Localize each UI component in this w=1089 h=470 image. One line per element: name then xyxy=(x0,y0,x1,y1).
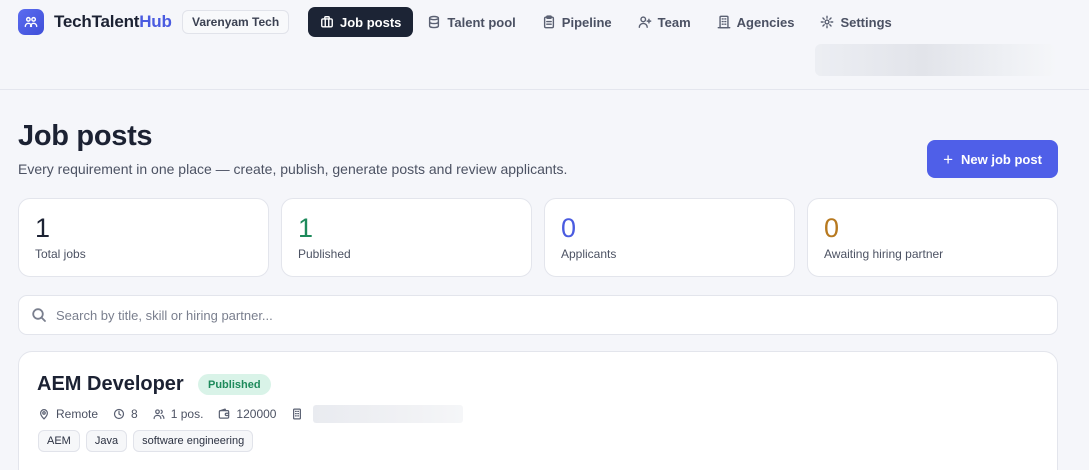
organization-badge[interactable]: Varenyam Tech xyxy=(182,10,290,34)
skill-tag: Java xyxy=(85,430,128,452)
stat-value: 0 xyxy=(824,213,840,243)
map-pin-icon xyxy=(40,409,48,420)
stat-label: Published xyxy=(298,247,351,261)
search-input[interactable] xyxy=(56,307,1016,323)
nav-item-agencies[interactable]: Agencies xyxy=(705,7,807,37)
top-navigation-bar: TechTalentHub Varenyam Tech Job posts Ta… xyxy=(0,0,1089,90)
job-positions-text: 1 pos. xyxy=(170,407,204,421)
stats-row: 1 Total jobs 1 Published 0 Applicants 0 … xyxy=(18,198,1058,277)
stat-card-published: 1 Published xyxy=(281,198,532,277)
nav-item-label: Agencies xyxy=(736,14,795,30)
new-job-post-label: New job post xyxy=(961,151,1042,167)
new-job-post-button[interactable]: + New job post xyxy=(927,140,1058,178)
building-icon xyxy=(717,15,731,29)
clipboard-icon xyxy=(543,15,554,29)
building-icon xyxy=(293,408,302,420)
nav-item-talent-pool[interactable]: Talent pool xyxy=(415,7,527,37)
user-plus-icon xyxy=(638,16,652,28)
hiring-partner-redacted xyxy=(313,405,464,423)
page-subtitle: Every requirement in one place — create,… xyxy=(18,161,568,177)
stat-card-total-jobs: 1 Total jobs xyxy=(18,198,269,277)
job-location-text: Remote xyxy=(56,407,99,421)
job-positions: 1 pos. xyxy=(153,407,204,421)
job-salary: 120000 xyxy=(218,407,276,421)
stat-value: 1 xyxy=(35,213,51,243)
nav-item-label: Settings xyxy=(840,14,892,30)
account-menu-redacted[interactable] xyxy=(815,44,1055,76)
clock-icon xyxy=(113,408,125,420)
brand[interactable]: TechTalentHub xyxy=(18,9,172,35)
stat-label: Total jobs xyxy=(35,247,86,261)
nav-item-settings[interactable]: Settings xyxy=(808,7,903,37)
job-hiring-partner xyxy=(291,405,464,423)
search-bar[interactable] xyxy=(18,295,1058,335)
skill-tag: AEM xyxy=(38,430,80,452)
job-location: Remote xyxy=(38,407,98,421)
job-meta: Remote 8 1 pos. 120000 xyxy=(38,405,464,423)
gear-icon xyxy=(821,15,834,29)
users-icon xyxy=(153,409,165,420)
stat-card-awaiting-hiring-partner: 0 Awaiting hiring partner xyxy=(807,198,1058,277)
job-salary-text: 120000 xyxy=(236,407,277,421)
nav-item-pipeline[interactable]: Pipeline xyxy=(530,7,624,37)
status-badge: Published xyxy=(198,374,271,395)
nav-item-label: Talent pool xyxy=(447,14,516,30)
stat-card-applicants: 0 Applicants xyxy=(544,198,795,277)
plus-icon: + xyxy=(943,149,954,169)
stat-value: 0 xyxy=(561,213,577,243)
skill-tag: software engineering xyxy=(133,430,254,452)
job-title[interactable]: AEM Developer xyxy=(37,373,184,396)
stat-label: Applicants xyxy=(561,247,617,261)
page-title: Job posts xyxy=(18,120,153,152)
brand-name: TechTalentHub xyxy=(54,12,172,31)
nav-item-label: Pipeline xyxy=(561,14,612,30)
stat-value: 1 xyxy=(298,213,314,243)
skill-tags: AEM Java software engineering xyxy=(38,430,259,452)
job-experience-text: 8 xyxy=(131,407,138,421)
database-icon xyxy=(429,15,440,29)
nav-item-label: Job posts xyxy=(340,14,402,30)
search-icon xyxy=(32,308,46,322)
job-card[interactable]: AEM Developer Published Remote 8 1 pos. … xyxy=(18,351,1058,470)
brand-logo-icon xyxy=(18,9,44,35)
job-experience: 8 xyxy=(113,407,138,421)
nav-item-job-posts[interactable]: Job posts xyxy=(308,7,414,37)
nav-item-team[interactable]: Team xyxy=(626,7,703,37)
main-nav: Job posts Talent pool Pipeline Team Agen… xyxy=(308,7,906,37)
wallet-icon xyxy=(219,408,230,419)
stat-label: Awaiting hiring partner xyxy=(824,247,944,261)
briefcase-icon xyxy=(321,16,333,28)
nav-item-label: Team xyxy=(657,14,691,30)
